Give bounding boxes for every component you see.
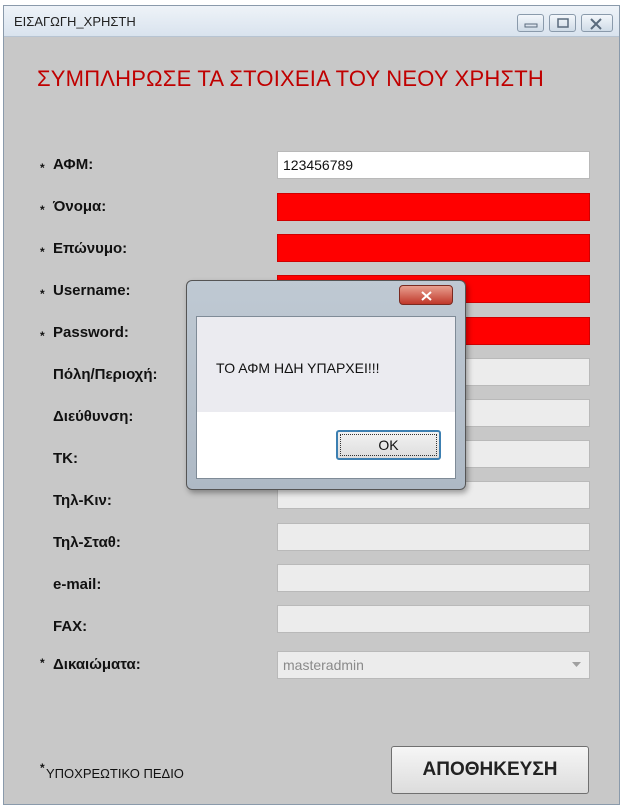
close-icon [421, 291, 432, 301]
required-marker: * [40, 329, 45, 343]
field-input[interactable] [277, 523, 590, 551]
field-label: ΑΦΜ: [53, 156, 94, 173]
maximize-icon [557, 18, 569, 28]
minimize-button[interactable] [517, 14, 544, 32]
window-title: ΕΙΣΑΓΩΓΗ_ΧΡΗΣΤΗ [14, 14, 136, 29]
rights-label: Δικαιώματα: [53, 656, 141, 673]
ok-button[interactable]: OK [336, 430, 441, 460]
dialog-message: ΤΟ ΑΦΜ ΗΔΗ ΥΠΑΡΧΕΙ!!! [216, 360, 380, 376]
close-button[interactable] [581, 14, 613, 32]
field-label: Όνομα: [53, 198, 107, 215]
field-input[interactable] [277, 234, 590, 262]
maximize-button[interactable] [549, 14, 576, 32]
close-icon [590, 18, 602, 30]
field-input[interactable] [277, 605, 590, 633]
field-input[interactable] [277, 193, 590, 221]
rights-selected-value: masteradmin [283, 657, 364, 673]
field-input[interactable]: 123456789 [277, 151, 590, 179]
field-label: Διεύθυνση: [53, 408, 134, 425]
chevron-down-icon [572, 662, 581, 667]
required-marker: * [40, 656, 45, 670]
required-field-note: ΥΠΟΧΡΕΩΤΙΚΟ ΠΕΔΙΟ [46, 766, 184, 781]
field-label: Username: [53, 282, 131, 299]
field-label: Password: [53, 324, 129, 341]
field-label: Επώνυμο: [53, 240, 128, 257]
message-dialog: ΤΟ ΑΦΜ ΗΔΗ ΥΠΑΡΧΕΙ!!! OK [186, 280, 466, 490]
field-label: Τηλ-Σταθ: [53, 534, 121, 551]
field-label: FAX: [53, 618, 88, 635]
rights-select[interactable]: masteradmin [277, 651, 590, 679]
required-marker: * [40, 161, 45, 175]
required-marker: * [40, 287, 45, 301]
form-heading: ΣΥΜΠΛΗΡΩΣΕ ΤΑ ΣΤΟΙΧΕΙΑ ΤΟΥ ΝΕΟΥ ΧΡΗΣΤΗ [37, 66, 545, 91]
dialog-close-button[interactable] [399, 285, 453, 305]
minimize-icon [524, 23, 538, 28]
title-bar: ΕΙΣΑΓΩΓΗ_ΧΡΗΣΤΗ [4, 6, 619, 37]
field-label: Πόλη/Περιοχή: [53, 366, 158, 383]
footer-required-marker: * [40, 761, 45, 775]
field-label: Τηλ-Κιν: [53, 492, 112, 509]
field-input[interactable] [277, 564, 590, 592]
required-marker: * [40, 203, 45, 217]
field-label: ΤΚ: [53, 450, 78, 467]
dialog-body: ΤΟ ΑΦΜ ΗΔΗ ΥΠΑΡΧΕΙ!!! OK [196, 316, 456, 479]
save-button[interactable]: ΑΠΟΘΗΚΕΥΣΗ [391, 746, 589, 794]
field-label: e-mail: [53, 576, 102, 593]
required-marker: * [40, 245, 45, 259]
